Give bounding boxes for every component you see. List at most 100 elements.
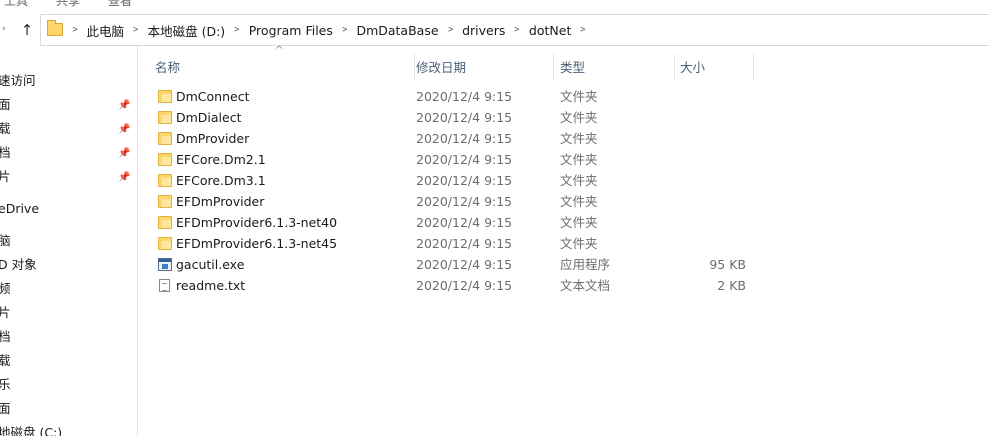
folder-icon [158, 174, 172, 187]
file-type: 应用程序 [560, 257, 611, 272]
file-type: 文件夹 [560, 110, 598, 125]
breadcrumb-item[interactable]: 此电脑 [87, 21, 125, 40]
column-header-date[interactable]: 修改日期 [398, 46, 553, 82]
sidebar-item-quick-access[interactable]: 速访问 [0, 70, 36, 92]
file-type: 文件夹 [560, 89, 598, 104]
sidebar-item-onedrive[interactable]: eDrive [0, 198, 39, 220]
file-date: 2020/12/4 9:15 [416, 194, 513, 209]
folder-icon [158, 195, 172, 208]
file-type: 文件夹 [560, 173, 598, 188]
sidebar-item-documents[interactable]: 档 [0, 142, 11, 164]
chevron-right-icon[interactable]: > [508, 25, 527, 35]
pin-icon: 📌 [118, 172, 131, 183]
address-bar[interactable]: > 此电脑 > 本地磁盘 (D:) > Program Files > DmDa… [40, 14, 989, 46]
file-size: 2 KB [717, 278, 746, 293]
table-row[interactable]: EFCore.Dm2.1 2020/12/4 9:15 文件夹 [137, 149, 989, 170]
sidebar-item-music[interactable]: 乐 [0, 374, 11, 396]
column-headers: ^ 名称 修改日期 类型 大小 [137, 45, 989, 82]
file-name: DmProvider [176, 131, 250, 146]
chevron-right-icon[interactable]: > [441, 25, 460, 35]
breadcrumb-item[interactable]: drivers [462, 23, 505, 38]
file-date: 2020/12/4 9:15 [416, 110, 513, 125]
sidebar-item-pictures[interactable]: 片 [0, 166, 11, 188]
sidebar-item-pictures[interactable]: 片 [0, 302, 11, 324]
breadcrumb-item-current[interactable]: dotNet [529, 23, 571, 38]
file-date: 2020/12/4 9:15 [416, 152, 513, 167]
table-row[interactable]: DmDialect 2020/12/4 9:15 文件夹 [137, 107, 989, 128]
file-date: 2020/12/4 9:15 [416, 131, 513, 146]
file-name: DmConnect [176, 89, 250, 104]
breadcrumb: > 此电脑 > 本地磁盘 (D:) > Program Files > DmDa… [67, 15, 595, 45]
file-name: EFDmProvider [176, 194, 265, 209]
pin-icon: 📌 [118, 124, 131, 135]
folder-icon [158, 90, 172, 103]
column-header-name[interactable]: 名称 [137, 46, 414, 82]
file-type: 文件夹 [560, 131, 598, 146]
up-arrow-icon[interactable]: ↑ [18, 21, 36, 39]
file-date: 2020/12/4 9:15 [416, 215, 513, 230]
pin-icon: 📌 [118, 100, 131, 111]
chevron-right-icon[interactable]: > [574, 25, 593, 35]
file-name: EFDmProvider6.1.3-net40 [176, 215, 338, 230]
file-date: 2020/12/4 9:15 [416, 257, 513, 272]
file-type: 文件夹 [560, 194, 598, 209]
file-date: 2020/12/4 9:15 [416, 173, 513, 188]
table-row[interactable]: EFDmProvider 2020/12/4 9:15 文件夹 [137, 191, 989, 212]
folder-icon [47, 20, 63, 36]
column-header-size[interactable]: 大小 [662, 46, 752, 82]
file-name: EFDmProvider6.1.3-net45 [176, 236, 338, 251]
folder-icon [158, 216, 172, 229]
breadcrumb-item[interactable]: Program Files [249, 23, 333, 38]
sidebar-item-downloads[interactable]: 载 [0, 118, 11, 140]
sidebar-item-downloads[interactable]: 载 [0, 350, 11, 372]
file-type: 文本文档 [560, 278, 611, 293]
column-divider[interactable] [753, 54, 754, 80]
chevron-right-icon[interactable]: > [126, 25, 145, 35]
column-header-type[interactable]: 类型 [542, 46, 675, 82]
table-row[interactable]: DmProvider 2020/12/4 9:15 文件夹 [137, 128, 989, 149]
table-row[interactable]: EFDmProvider6.1.3-net40 2020/12/4 9:15 文… [137, 212, 989, 233]
file-name: DmDialect [176, 110, 242, 125]
chevron-right-icon[interactable]: > [335, 25, 354, 35]
pin-icon: 📌 [118, 148, 131, 159]
file-size: 95 KB [709, 257, 746, 272]
table-row[interactable]: EFCore.Dm3.1 2020/12/4 9:15 文件夹 [137, 170, 989, 191]
table-row[interactable]: gacutil.exe 2020/12/4 9:15 应用程序 95 KB [137, 254, 989, 275]
navigation-pane: 速访问 面 📌 载 📌 档 📌 片 📌 eDrive 脑 D 对象 频 片 档 … [0, 46, 138, 436]
ribbon-tabs-clipped: 工具 共享 查看 [0, 0, 989, 8]
table-row[interactable]: DmConnect 2020/12/4 9:15 文件夹 [137, 86, 989, 107]
sidebar-item-desktop[interactable]: 面 [0, 94, 11, 116]
sidebar-item-this-pc[interactable]: 脑 [0, 230, 11, 252]
file-date: 2020/12/4 9:15 [416, 278, 513, 293]
breadcrumb-item[interactable]: 本地磁盘 (D:) [148, 21, 226, 40]
application-icon [158, 258, 172, 271]
file-list: DmConnect 2020/12/4 9:15 文件夹 DmDialect 2… [137, 86, 989, 296]
chevron-right-icon[interactable]: › [2, 24, 12, 38]
chevron-right-icon[interactable]: > [69, 25, 85, 35]
sidebar-item-local-disk-c[interactable]: 地磁盘 (C:) [0, 422, 62, 436]
file-type: 文件夹 [560, 152, 598, 167]
file-name: EFCore.Dm2.1 [176, 152, 266, 167]
file-date: 2020/12/4 9:15 [416, 236, 513, 251]
folder-icon [158, 111, 172, 124]
file-type: 文件夹 [560, 215, 598, 230]
chevron-right-icon[interactable]: > [228, 25, 247, 35]
ribbon-tab[interactable]: 共享 [56, 0, 80, 8]
ribbon-tab[interactable]: 工具 [4, 0, 28, 8]
table-row[interactable]: readme.txt 2020/12/4 9:15 文本文档 2 KB [137, 275, 989, 296]
ribbon-tab[interactable]: 查看 [108, 0, 132, 8]
breadcrumb-item[interactable]: DmDataBase [356, 23, 438, 38]
folder-icon [158, 237, 172, 250]
sidebar-item-desktop[interactable]: 面 [0, 398, 11, 420]
file-name: readme.txt [176, 278, 246, 293]
file-date: 2020/12/4 9:15 [416, 89, 513, 104]
file-type: 文件夹 [560, 236, 598, 251]
table-row[interactable]: EFDmProvider6.1.3-net45 2020/12/4 9:15 文… [137, 233, 989, 254]
file-name: EFCore.Dm3.1 [176, 173, 266, 188]
folder-icon [158, 153, 172, 166]
sidebar-item-documents[interactable]: 档 [0, 326, 11, 348]
folder-icon [158, 132, 172, 145]
file-name: gacutil.exe [176, 257, 245, 272]
sidebar-item-3d-objects[interactable]: D 对象 [0, 254, 37, 276]
sidebar-item-videos[interactable]: 频 [0, 278, 11, 300]
